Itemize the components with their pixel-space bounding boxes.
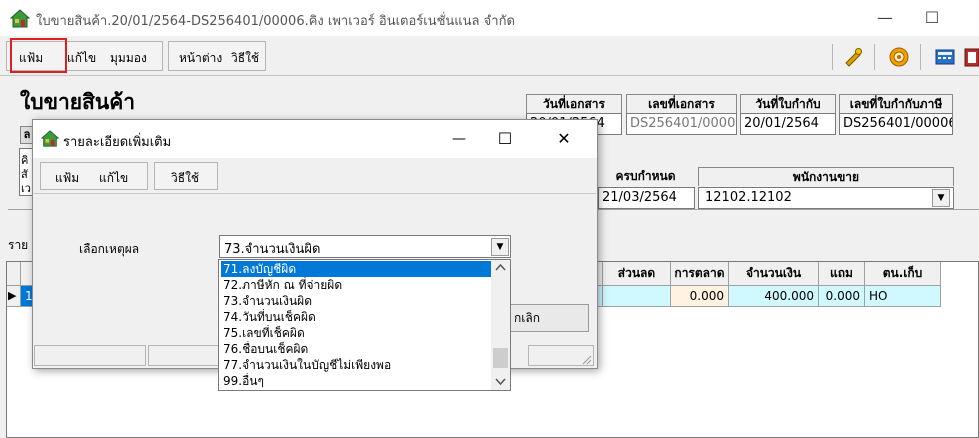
reason-option[interactable]: 77.จำนวนเงินในบัญชีไม่เพียงพอ (221, 357, 491, 373)
reason-option[interactable]: 99.อื่นๆ (221, 373, 491, 389)
amount-cell[interactable]: 400.000 (729, 286, 819, 307)
window-title-bar: ใบขายสินค้า.20/01/2564-DS256401/00006.คิ… (0, 0, 979, 36)
doc-no-label: เลขที่เอกสาร (626, 94, 737, 113)
menu-group-window: หน้าต่าง วิธีใช้ (168, 41, 266, 71)
menu-edit[interactable]: แก้ไข (67, 49, 96, 68)
status-segment (148, 345, 220, 366)
grid-header-store[interactable]: ตน.เก็บ (865, 262, 941, 286)
reason-select[interactable]: 73.จำนวนเงินผิด ▼ (219, 235, 511, 258)
grid-header-discount[interactable]: ส่วนลด (603, 262, 671, 286)
toolbar-separator (874, 44, 875, 70)
grid-corner (7, 262, 21, 286)
dropdown-scrollbar[interactable] (491, 260, 510, 390)
menu-bar: แฟ้ม แก้ไข มุมมอง หน้าต่าง วิธีใช้ (0, 36, 979, 76)
discount-cell[interactable] (603, 286, 671, 307)
reason-option[interactable]: 73.จำนวนเงินผิด (221, 293, 491, 309)
phone-icon[interactable] (842, 46, 864, 68)
cancel-button-label: กเลิก (514, 311, 540, 325)
marketing-cell[interactable]: 0.000 (671, 286, 729, 307)
address-line-3: เว (21, 182, 31, 195)
dialog-menu-help[interactable]: วิธีใช้ (171, 169, 199, 188)
reason-option[interactable]: 76.ชื่อบนเช็คผิด (221, 341, 491, 357)
page-title: ใบขายสินค้า (20, 90, 136, 114)
dialog-title-bar: รายละเอียดเพิ่มเติม — ☐ ✕ (33, 120, 597, 158)
reason-option[interactable]: 75.เลขที่เช็คผิด (221, 325, 491, 341)
minimize-button[interactable]: — (870, 6, 900, 30)
house-app-icon (41, 130, 59, 147)
salesperson-dropdown-button[interactable]: ▼ (932, 189, 950, 207)
grid-header-marketing[interactable]: การตลาด (671, 262, 729, 286)
cancel-button[interactable]: กเลิก (503, 304, 589, 332)
row-pointer[interactable]: ▶ (7, 286, 21, 307)
store-cell[interactable]: HO (865, 286, 941, 307)
tax-no-field[interactable]: DS256401/00006 (839, 113, 953, 135)
scroll-down-icon[interactable] (495, 378, 506, 386)
due-date-label: ครบกำหนด (615, 169, 676, 183)
calculator-icon[interactable] (934, 46, 956, 68)
doc-date-label: วันที่เอกสาร (526, 94, 622, 113)
dialog-menu-bar: แฟ้ม แก้ไข วิธีใช้ (34, 158, 596, 194)
scroll-up-icon[interactable] (495, 263, 506, 271)
status-segment (34, 345, 146, 366)
dialog-menu-group: แฟ้ม แก้ไข (40, 162, 148, 190)
dialog-menu-group-help: วิธีใช้ (154, 162, 218, 190)
salesperson-label: พนักงานขาย (698, 167, 954, 186)
menu-view[interactable]: มุมมอง (110, 49, 147, 68)
house-app-icon (10, 9, 30, 28)
reason-option[interactable]: 72.ภาษีหัก ณ ที่จ่ายผิด (221, 277, 491, 293)
reason-selected-value: 73.จำนวนเงินผิด (224, 242, 321, 257)
grid-header-free[interactable]: แถม (819, 262, 865, 286)
menu-help[interactable]: วิธีใช้ (231, 49, 259, 68)
dialog-maximize-button[interactable]: ☐ (491, 128, 519, 150)
dialog-minimize-button[interactable]: — (445, 128, 473, 150)
tax-date-label: วันที่ใบกำกับ (740, 94, 836, 113)
maximize-button[interactable]: ☐ (917, 6, 947, 30)
dialog-menu-file[interactable]: แฟ้ม (55, 169, 79, 188)
tax-no-label: เลขที่ใบกำกับภาษี (839, 94, 953, 113)
dialog-close-button[interactable]: ✕ (549, 128, 579, 150)
target-icon[interactable] (888, 46, 910, 68)
scroll-thumb[interactable] (493, 348, 508, 368)
free-cell[interactable]: 0.000 (819, 286, 865, 307)
reason-option[interactable]: 71.ลงบัญชีผิด (221, 261, 491, 277)
dialog-menu-edit[interactable]: แก้ไข (99, 169, 128, 188)
tax-date-field[interactable]: 20/01/2564 (740, 113, 836, 135)
due-date-field[interactable]: 21/03/2564 (598, 187, 695, 209)
grid-header-amount[interactable]: จำนวนเงิน (729, 262, 819, 286)
dialog-title: รายละเอียดเพิ่มเติม (63, 135, 172, 150)
reason-dropdown-button[interactable]: ▼ (491, 238, 509, 256)
window-title: ใบขายสินค้า.20/01/2564-DS256401/00006.คิ… (36, 14, 515, 29)
menu-file-highlight (10, 38, 67, 73)
tab-items[interactable]: ราย (8, 236, 28, 255)
doc-no-field[interactable]: DS256401/00006 (626, 113, 737, 135)
reason-label: เลือกเหตุผล (79, 242, 140, 256)
toolbar-separator (832, 44, 833, 70)
salesperson-select[interactable]: 12102.12102 (698, 187, 954, 209)
toolbar-separator (920, 44, 921, 70)
reason-dropdown-list: 71.ลงบัญชีผิด 72.ภาษีหัก ณ ที่จ่ายผิด 73… (218, 259, 511, 391)
clipboard-icon[interactable] (962, 46, 979, 68)
reason-option[interactable]: 74.วันที่บนเช็คผิด (221, 309, 491, 325)
menu-window[interactable]: หน้าต่าง (179, 49, 222, 68)
resize-grip-icon[interactable] (580, 353, 592, 365)
